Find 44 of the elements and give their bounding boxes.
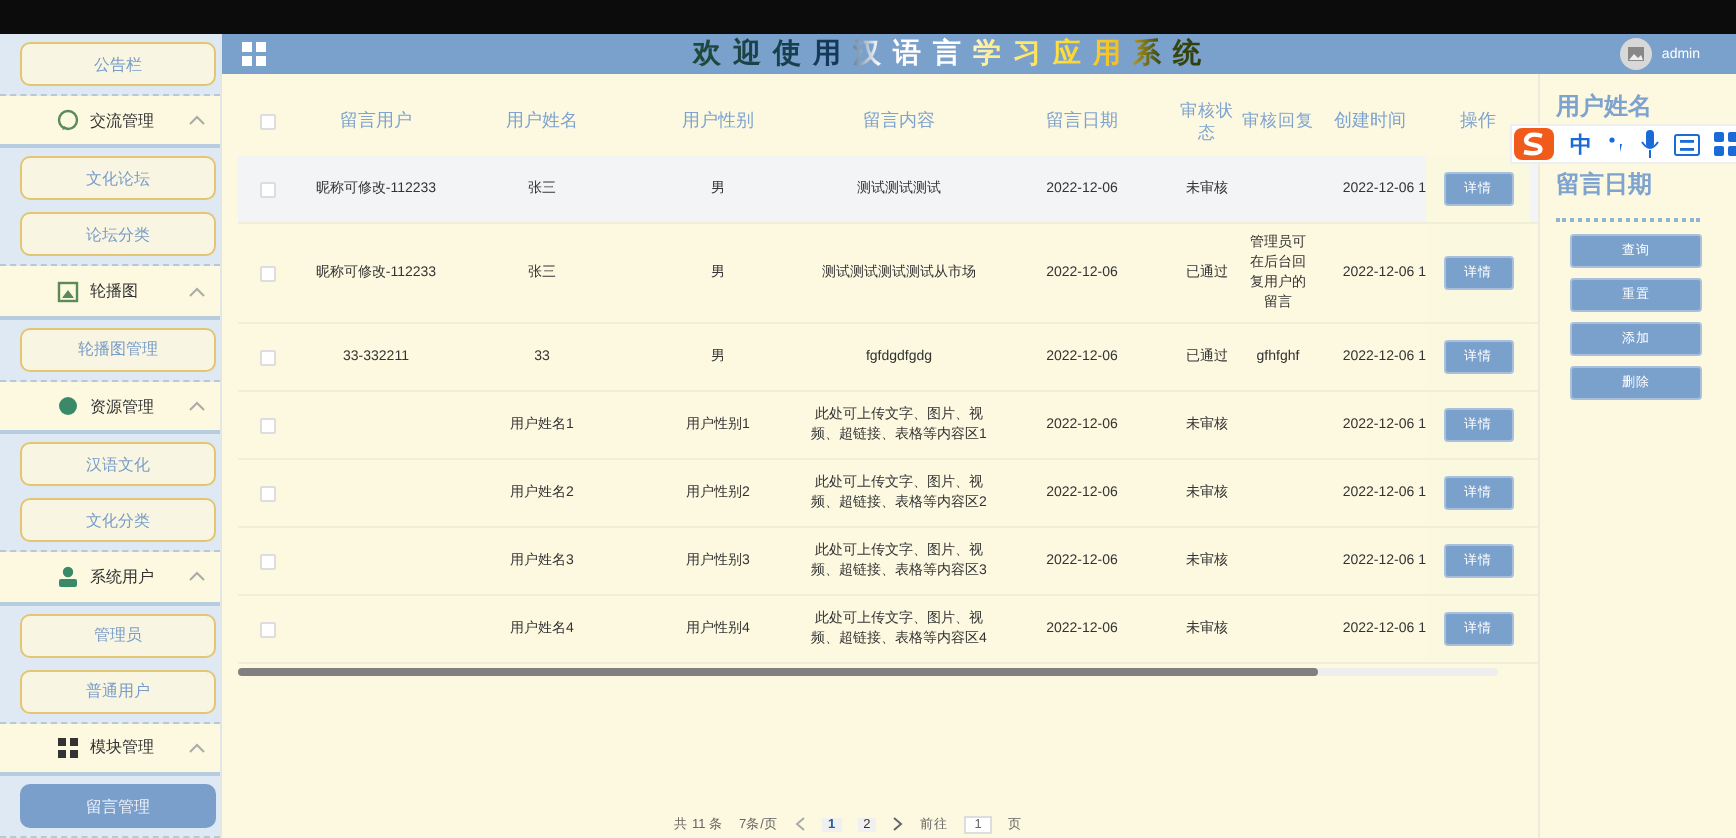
checkbox[interactable] [260,113,276,129]
keyboard-icon [1674,133,1700,155]
search-label: 用户姓名 [1556,90,1652,124]
sidebar-item[interactable]: 留言管理 [20,784,216,829]
microphone-icon [1640,130,1660,158]
sidebar-item[interactable]: 轮播图管理 [20,327,216,372]
checkbox[interactable] [260,621,276,637]
prev-icon [793,816,806,832]
checkbox[interactable] [260,553,276,569]
avatar-image-icon [1619,38,1652,70]
language-mode[interactable]: 中 [1570,129,1592,159]
sidebar-item[interactable]: 文化分类 [20,498,216,543]
next-icon [892,816,905,832]
apps-grid-icon [1714,132,1736,156]
group-icon [56,735,80,760]
sidebar-item[interactable]: 公告栏 [20,42,216,86]
checkbox[interactable] [260,485,276,501]
search-label: 留言日期 [1556,168,1652,202]
sidebar-item[interactable]: 汉语文化 [20,442,216,487]
input-method-logo-icon [1512,126,1556,162]
ime-toolbar[interactable]: 中 [1510,124,1736,164]
column-header[interactable]: 用户姓名 [454,110,630,132]
checkbox[interactable] [260,181,276,197]
column-header[interactable]: 用户性别 [630,110,806,132]
grid-icon [242,42,266,66]
column-header[interactable]: 留言内容 [806,110,992,132]
group-icon [56,279,80,304]
checkbox[interactable] [260,265,276,281]
group-icon [56,394,80,419]
column-header[interactable]: 留言日期 [992,110,1172,132]
column-header[interactable]: 留言用户 [298,110,454,132]
sidebar-item[interactable]: 普通用户 [20,669,216,714]
punctuation-icon [1606,132,1626,156]
sidebar-item[interactable]: 论坛分类 [20,212,216,257]
column-header[interactable]: 创建时间 [1314,110,1426,132]
column-header[interactable]: 审核回复 [1242,110,1314,132]
checkbox[interactable] [260,349,276,365]
sidebar-item[interactable]: 管理员 [20,613,216,658]
group-icon [56,564,80,589]
sidebar-item[interactable]: 文化论坛 [20,156,216,201]
group-icon [56,108,80,133]
column-header[interactable]: 审核状态 [1172,99,1242,143]
horizontal-scrollbar[interactable] [238,668,1498,676]
checkbox[interactable] [260,417,276,433]
